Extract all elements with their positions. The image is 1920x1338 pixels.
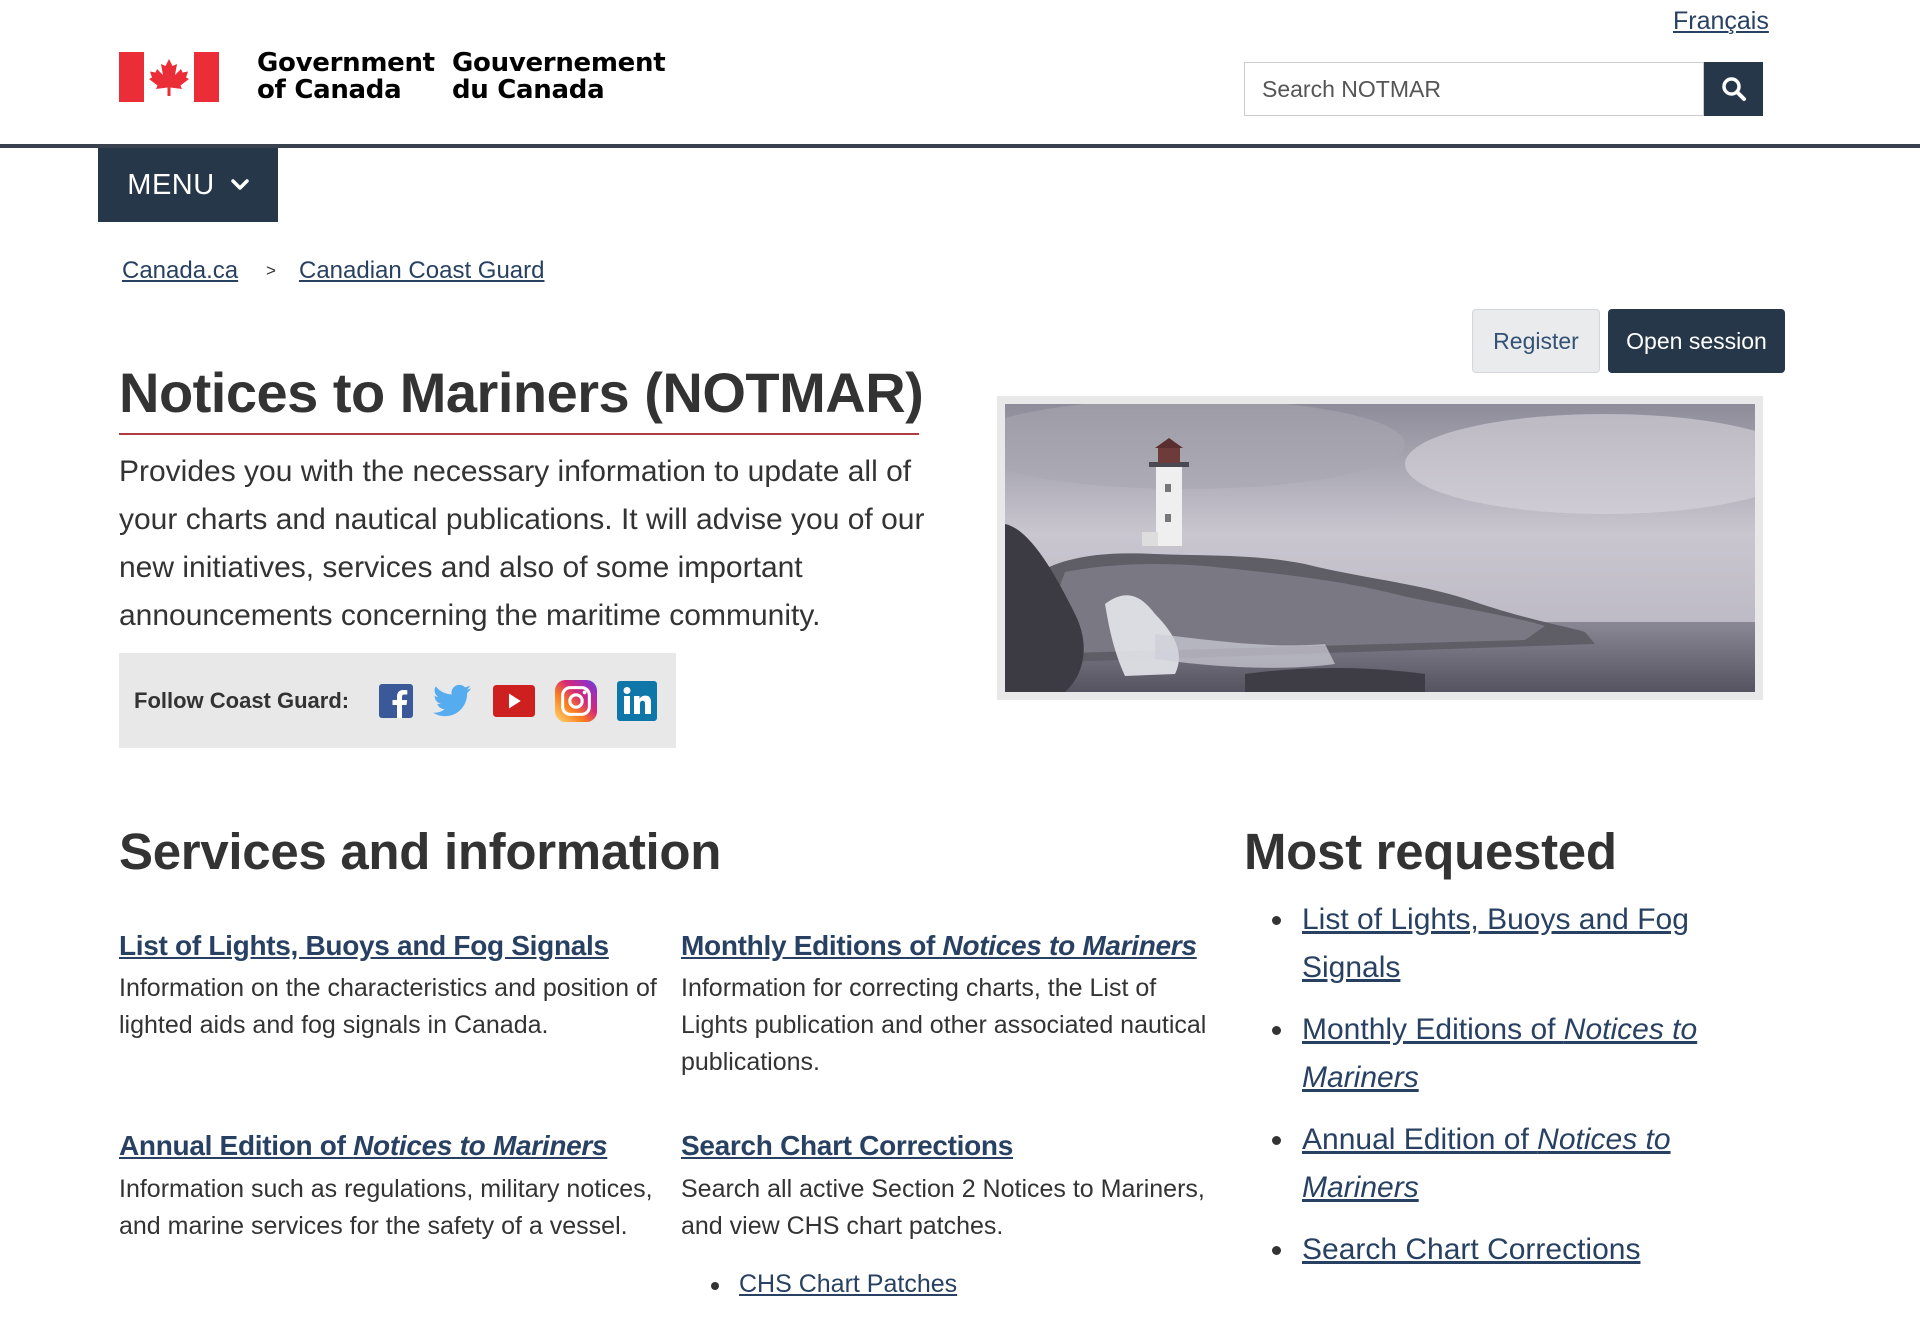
link-text: Monthly Editions of [681,930,943,961]
service-description: Search all active Section 2 Notices to M… [681,1175,1205,1240]
youtube-icon[interactable] [493,680,536,722]
signature-en-line2: of Canada [257,75,402,105]
signature-en-line1: Government [257,48,435,78]
open-session-button[interactable]: Open session [1608,309,1785,373]
breadcrumb-separator: > [266,261,276,280]
services-heading: Services and information [119,823,722,880]
link-text-italic: Notices to Mariners [942,930,1197,961]
most-requested-heading: Most requested [1244,823,1617,880]
search-input[interactable] [1244,62,1704,116]
social-label: Follow Coast Guard: [134,687,350,713]
social-media-bar: Follow Coast Guard: [119,653,676,748]
link-text: Annual Edition of [119,1130,354,1161]
requested-link-search-chart-corrections[interactable]: Search Chart Corrections [1302,1233,1640,1266]
requested-link-monthly-editions[interactable]: Monthly Editions of Notices to Mariners [1302,1013,1697,1094]
signature-french: Gouvernement du Canada [452,48,666,105]
link-text: Annual Edition of [1302,1123,1538,1156]
bullet [711,1282,719,1290]
page-title: Notices to Mariners (NOTMAR) [119,361,924,424]
lighthouse-photo [1005,404,1755,692]
most-requested-list: List of Lights, Buoys and Fog Signals Mo… [1244,896,1784,1288]
requested-link-annual-edition[interactable]: Annual Edition of Notices to Mariners [1302,1123,1671,1204]
search-icon [1721,77,1746,101]
service-link-monthly-editions[interactable]: Monthly Editions of Notices to Mariners [681,930,1197,962]
instagram-icon[interactable] [555,679,598,722]
search-button[interactable] [1704,62,1763,116]
breadcrumb-coast-guard-link[interactable]: Canadian Coast Guard [299,257,544,285]
service-link-search-chart-corrections[interactable]: Search Chart Corrections [681,1130,1013,1162]
intro-paragraph: Provides you with the necessary informat… [119,455,925,632]
chevron-down-icon [230,179,249,190]
service-description: Information such as regulations, militar… [119,1175,653,1240]
menu-button[interactable]: MENU [98,148,278,222]
service-description: Information on the characteristics and p… [119,974,657,1039]
header-divider [0,144,1920,148]
title-underline [119,433,919,435]
register-button[interactable]: Register [1472,309,1600,373]
signature-fr-line1: Gouvernement [452,48,666,78]
facebook-icon[interactable] [379,680,414,722]
service-description: Information for correcting charts, the L… [681,974,1207,1076]
linkedin-icon[interactable] [617,680,658,722]
list-item: Annual Edition of Notices to Mariners [1244,1116,1784,1212]
list-item: Monthly Editions of Notices to Mariners [1244,1006,1784,1102]
signature-english: Government of Canada [257,50,435,104]
chs-chart-patches-link[interactable]: CHS Chart Patches [739,1270,957,1299]
breadcrumb-canada-link[interactable]: Canada.ca [122,257,238,285]
service-link-annual-edition[interactable]: Annual Edition of Notices to Mariners [119,1130,608,1162]
signature-fr-line2: du Canada [452,75,605,105]
link-text: Monthly Editions of [1302,1013,1564,1046]
twitter-icon[interactable] [433,680,473,722]
menu-label: MENU [127,168,215,201]
link-text-italic: Notices to Mariners [353,1130,608,1161]
language-toggle-link[interactable]: Français [1673,7,1769,36]
requested-link-list-of-lights[interactable]: List of Lights, Buoys and Fog Signals [1302,903,1689,984]
list-item: List of Lights, Buoys and Fog Signals [1244,896,1784,992]
list-item: Search Chart Corrections [1244,1226,1784,1274]
service-link-list-of-lights[interactable]: List of Lights, Buoys and Fog Signals [119,930,609,962]
canada-flag-logo [119,52,219,102]
